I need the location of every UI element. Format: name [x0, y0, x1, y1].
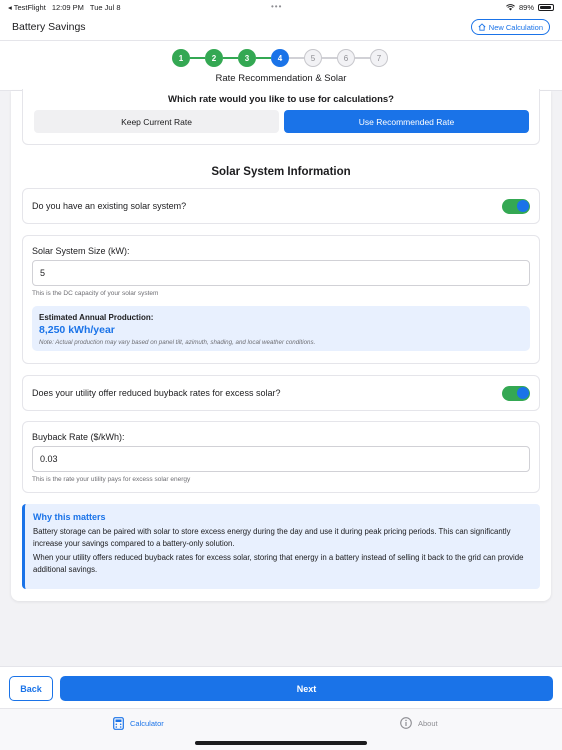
status-date: Tue Jul 8: [89, 2, 121, 12]
next-button[interactable]: Next: [60, 676, 553, 701]
step-connector: [256, 57, 271, 59]
step-connector: [289, 57, 304, 59]
home-indicator: [195, 741, 367, 745]
step-connector: [190, 57, 205, 59]
main-content[interactable]: Which rate would you like to use for cal…: [11, 89, 551, 601]
solar-size-card: Solar System Size (kW): This is the DC c…: [22, 235, 540, 364]
buyback-rate-helper: This is the rate your utility pays for e…: [32, 476, 191, 483]
toggle-knob: [516, 200, 529, 212]
step-7-indicator[interactable]: 7: [370, 49, 388, 67]
why-title: Why this matters: [33, 512, 106, 522]
solar-size-input[interactable]: [32, 260, 530, 286]
rate-question: Which rate would you like to use for cal…: [168, 94, 394, 105]
existing-solar-card: Do you have an existing solar system?: [22, 188, 540, 224]
step-connector: [322, 57, 337, 59]
step-4-indicator[interactable]: 4: [271, 49, 289, 67]
back-button[interactable]: Back: [9, 676, 53, 701]
keep-current-rate-button[interactable]: Keep Current Rate: [34, 110, 279, 133]
why-paragraph-2: When your utility offers reduced buyback…: [33, 553, 524, 575]
step-title: Rate Recommendation & Solar: [215, 73, 347, 84]
buyback-toggle[interactable]: [502, 385, 530, 401]
new-calculation-button[interactable]: New Calculation: [470, 19, 550, 35]
back-to-app-link[interactable]: ◂ TestFlight: [8, 3, 46, 12]
step-2-indicator[interactable]: 2: [205, 49, 223, 67]
tab-calculator-label: Calculator: [130, 719, 164, 728]
step-1-indicator[interactable]: 1: [172, 49, 190, 67]
toggle-knob: [516, 387, 529, 399]
buyback-question: Does your utility offer reduced buyback …: [32, 388, 281, 398]
new-calculation-label: New Calculation: [488, 22, 543, 32]
wifi-icon: [506, 3, 515, 10]
estimated-production-note: Note: Actual production may vary based o…: [39, 339, 316, 346]
why-this-matters-box: Why this matters Battery storage can be …: [22, 504, 540, 589]
step-connector: [355, 57, 370, 59]
buyback-rate-input[interactable]: [32, 446, 530, 472]
tab-about-label: About: [418, 718, 438, 728]
calculator-icon: [113, 717, 124, 730]
step-6-indicator[interactable]: 6: [337, 49, 355, 67]
step-3-indicator[interactable]: 3: [238, 49, 256, 67]
existing-solar-toggle[interactable]: [502, 198, 530, 214]
existing-solar-question: Do you have an existing solar system?: [32, 201, 187, 211]
use-recommended-rate-button[interactable]: Use Recommended Rate: [284, 110, 529, 133]
step-connector: [223, 57, 238, 59]
tab-calculator[interactable]: Calculator: [113, 717, 164, 730]
tab-about[interactable]: About: [400, 717, 438, 729]
info-icon: [400, 717, 412, 729]
buyback-rate-label: Buyback Rate ($/kWh):: [32, 432, 125, 442]
footer-actions: Back Next: [0, 666, 562, 708]
app-title: Battery Savings: [12, 21, 86, 33]
rate-choice-card: Which rate would you like to use for cal…: [22, 89, 540, 145]
solar-size-helper: This is the DC capacity of your solar sy…: [32, 290, 159, 297]
buyback-rate-card: Buyback Rate ($/kWh): This is the rate y…: [22, 421, 540, 493]
solar-section-title: Solar System Information: [211, 166, 351, 178]
status-time: 12:09 PM: [51, 2, 84, 12]
battery-icon: [538, 3, 554, 11]
estimated-production-box: Estimated Annual Production: 8,250 kWh/y…: [32, 306, 530, 351]
app-header: Battery Savings New Calculation: [0, 14, 562, 41]
estimated-production-value: 8,250 kWh/year: [39, 324, 115, 336]
home-icon: [478, 23, 486, 31]
progress-stepper: 1234567 Rate Recommendation & Solar: [0, 41, 562, 91]
solar-size-label: Solar System Size (kW):: [32, 246, 130, 256]
buyback-card: Does your utility offer reduced buyback …: [22, 375, 540, 411]
status-bar: ◂ TestFlight 12:09 PM Tue Jul 8 ••• 89%: [0, 0, 562, 14]
step-5-indicator[interactable]: 5: [304, 49, 322, 67]
battery-percent: 89%: [518, 2, 534, 12]
multitasking-dots-icon[interactable]: •••: [271, 2, 282, 11]
estimated-production-label: Estimated Annual Production:: [39, 313, 154, 322]
step-indicators: 1234567: [172, 49, 390, 67]
why-paragraph-1: Battery storage can be paired with solar…: [33, 527, 511, 548]
